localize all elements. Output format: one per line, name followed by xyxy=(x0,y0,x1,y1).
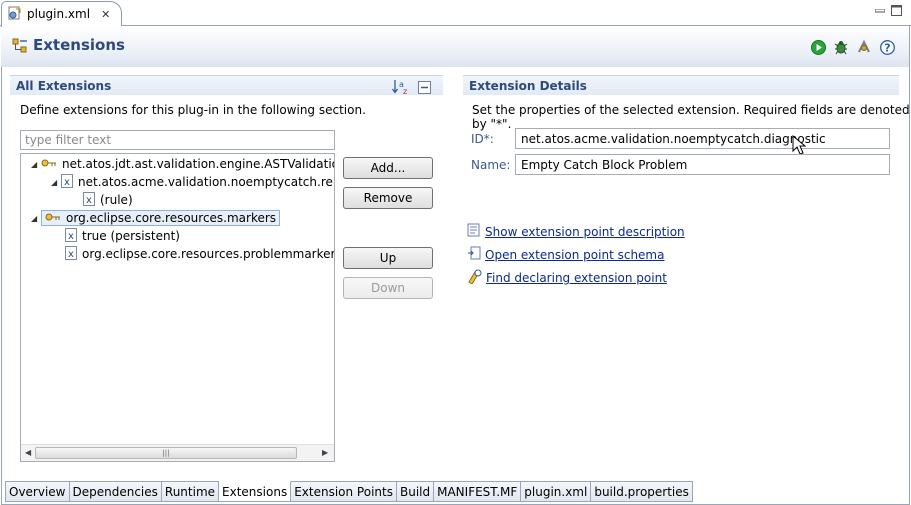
extensions-icon xyxy=(11,37,29,58)
extension-icon xyxy=(41,157,57,171)
tab-extension-points[interactable]: Extension Points xyxy=(291,481,397,502)
debug-icon[interactable] xyxy=(833,39,849,55)
collapse-all-icon[interactable] xyxy=(418,81,431,97)
all-extensions-title: All Extensions xyxy=(16,78,112,93)
description-page-icon xyxy=(467,223,482,240)
tab-manifest-mf[interactable]: MANIFEST.MF xyxy=(434,481,522,502)
svg-text:x: x xyxy=(68,231,74,242)
up-button[interactable]: Up xyxy=(343,247,433,269)
element-icon: x xyxy=(61,173,73,191)
page-tabs: Overview Dependencies Runtime Extensions… xyxy=(5,481,693,502)
scrollbar-thumb[interactable]: ||| xyxy=(35,447,297,459)
plugin-file-icon xyxy=(8,6,22,23)
form-header: Extensions ? xyxy=(1,27,909,67)
add-button[interactable]: Add... xyxy=(343,157,433,179)
tree-item-label: net.atos.jdt.ast.validation.engine.ASTVa… xyxy=(62,157,334,171)
extension-details-description: Set the properties of the selected exten… xyxy=(472,103,910,131)
selected-tree-item[interactable]: org.eclipse.core.resources.markers xyxy=(41,210,281,226)
tab-overview[interactable]: Overview xyxy=(5,481,70,502)
search-declaring-icon xyxy=(467,269,483,287)
help-icon[interactable]: ? xyxy=(879,39,895,55)
svg-text:x: x xyxy=(68,249,74,260)
svg-text:x: x xyxy=(64,177,70,188)
tab-dependencies[interactable]: Dependencies xyxy=(69,481,162,502)
tree-item[interactable]: ◢ org.eclipse.core.resources.markers xyxy=(31,209,281,227)
expanded-twisty-icon[interactable]: ◢ xyxy=(51,178,61,187)
extension-details-title: Extension Details xyxy=(469,78,587,93)
tree-item[interactable]: ◢ net.atos.jdt.ast.validation.engine.AST… xyxy=(31,155,334,173)
all-extensions-description: Define extensions for this plug-in in th… xyxy=(20,103,366,117)
all-extensions-section-title: All Extensions xyxy=(10,75,443,95)
sort-alphabetically-icon[interactable]: az xyxy=(391,79,410,98)
tree-item[interactable]: ◢ x net.atos.acme.validation.noemptycatc… xyxy=(51,173,335,191)
minimize-icon[interactable] xyxy=(873,4,886,17)
element-icon: x xyxy=(65,245,77,263)
tab-extensions[interactable]: Extensions xyxy=(219,481,292,502)
expanded-twisty-icon[interactable]: ◢ xyxy=(31,214,41,223)
maximize-icon[interactable] xyxy=(890,4,903,17)
tree-item-label: (rule) xyxy=(100,193,133,207)
element-icon: x xyxy=(83,191,95,209)
tree-item[interactable]: x (rule) xyxy=(83,191,133,209)
svg-text:?: ? xyxy=(884,41,890,54)
page-title: Extensions xyxy=(33,36,125,54)
name-label: Name: xyxy=(471,158,511,172)
tab-build[interactable]: Build xyxy=(396,481,435,502)
down-button[interactable]: Down xyxy=(343,277,433,299)
scroll-left-icon[interactable]: ◀ xyxy=(25,448,31,457)
run-icon[interactable] xyxy=(810,39,826,55)
svg-text:z: z xyxy=(403,87,407,95)
tree-item-label: org.eclipse.core.resources.problemmarker… xyxy=(82,247,335,261)
expanded-twisty-icon[interactable]: ◢ xyxy=(31,160,41,169)
show-description-link-row[interactable]: Show extension point description xyxy=(467,223,685,240)
show-extension-point-description-link[interactable]: Show extension point description xyxy=(485,225,685,239)
tab-plugin-xml[interactable]: plugin.xml xyxy=(521,481,592,502)
name-field[interactable]: Empty Catch Block Problem xyxy=(515,154,890,175)
open-schema-link-row[interactable]: Open extension point schema xyxy=(467,246,664,263)
extension-details-section-title: Extension Details xyxy=(463,75,899,95)
extensions-tree[interactable]: ◢ net.atos.jdt.ast.validation.engine.AST… xyxy=(20,153,335,462)
open-extension-point-schema-link[interactable]: Open extension point schema xyxy=(485,248,664,262)
filter-input[interactable]: type filter text xyxy=(20,130,335,150)
tree-item-label: net.atos.acme.validation.noemptycatch.re… xyxy=(78,175,335,189)
export-icon[interactable] xyxy=(856,39,872,55)
scroll-right-icon[interactable]: ▶ xyxy=(322,448,328,457)
editor-tab-plugin-xml[interactable]: plugin.xml ✕ xyxy=(1,1,122,26)
find-declaring-extension-point-link[interactable]: Find declaring extension point xyxy=(486,271,667,285)
remove-button[interactable]: Remove xyxy=(343,187,433,209)
svg-text:x: x xyxy=(86,195,92,206)
schema-icon xyxy=(467,246,482,263)
tree-item[interactable]: x org.eclipse.core.resources.problemmark… xyxy=(65,245,335,263)
editor-tab-strip: plugin.xml ✕ xyxy=(0,0,911,26)
close-tab-icon[interactable]: ✕ xyxy=(101,8,110,21)
id-field[interactable]: net.atos.acme.validation.noemptycatch.di… xyxy=(515,128,890,149)
editor-tab-label: plugin.xml xyxy=(27,7,91,21)
tree-item[interactable]: x true (persistent) xyxy=(65,227,180,245)
element-icon: x xyxy=(65,227,77,245)
tab-build-properties[interactable]: build.properties xyxy=(591,481,693,502)
id-label: ID*: xyxy=(471,132,494,146)
extension-icon xyxy=(45,211,61,225)
tree-item-label: org.eclipse.core.resources.markers xyxy=(66,211,277,225)
horizontal-scrollbar[interactable]: ◀ ||| ▶ xyxy=(21,444,334,461)
tab-runtime[interactable]: Runtime xyxy=(161,481,220,502)
find-declaring-link-row[interactable]: Find declaring extension point xyxy=(467,269,667,287)
tree-item-label: true (persistent) xyxy=(82,229,180,243)
